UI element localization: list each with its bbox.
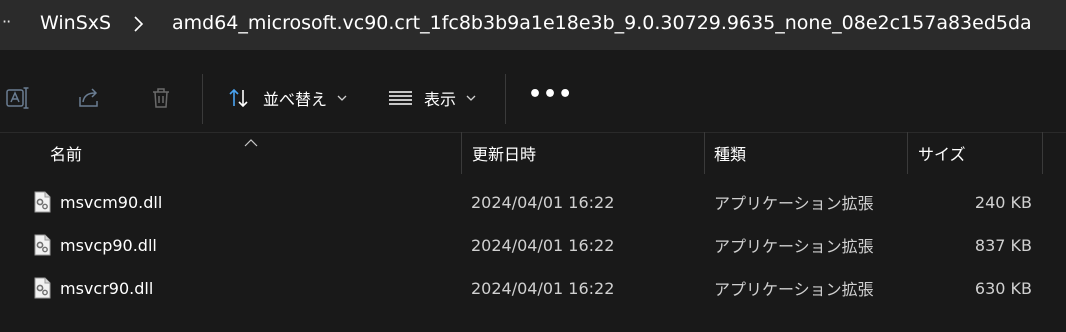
- breadcrumb-overflow-button[interactable]: ··: [2, 12, 11, 31]
- file-type: アプリケーション拡張: [714, 237, 874, 256]
- file-row[interactable]: msvcm90.dll 2024/04/01 16:22 アプリケーション拡張 …: [22, 182, 1052, 222]
- file-row[interactable]: msvcr90.dll 2024/04/01 16:22 アプリケーション拡張 …: [22, 268, 1052, 308]
- file-name: msvcr90.dll: [60, 278, 154, 298]
- share-icon[interactable]: [76, 85, 102, 111]
- dll-file-icon: [34, 277, 51, 299]
- dll-file-icon: [34, 191, 51, 213]
- file-size: 630 KB: [974, 278, 1032, 298]
- file-type: アプリケーション拡張: [714, 280, 874, 299]
- file-row[interactable]: msvcp90.dll 2024/04/01 16:22 アプリケーション拡張 …: [22, 225, 1052, 265]
- file-date: 2024/04/01 16:22: [471, 278, 615, 298]
- view-label: 表示: [424, 90, 457, 109]
- file-type: アプリケーション拡張: [714, 194, 874, 213]
- column-header: 名前 更新日時 種類 サイズ: [0, 132, 1066, 174]
- file-size: 240 KB: [974, 192, 1032, 212]
- column-divider[interactable]: [907, 132, 908, 174]
- chevron-right-icon[interactable]: [130, 14, 146, 34]
- column-size[interactable]: サイズ: [918, 132, 966, 174]
- rename-icon[interactable]: [5, 85, 31, 111]
- file-date: 2024/04/01 16:22: [471, 192, 615, 212]
- chevron-down-icon: [466, 93, 476, 103]
- delete-icon[interactable]: [148, 85, 174, 111]
- sort-label: 並べ替え: [263, 90, 328, 109]
- file-name: msvcp90.dll: [60, 235, 157, 255]
- file-size: 837 KB: [974, 235, 1032, 255]
- file-name: msvcm90.dll: [60, 192, 163, 212]
- toolbar-divider: [505, 74, 506, 124]
- address-bar[interactable]: ·· WinSxS amd64_microsoft.vc90.crt_1fc8b…: [0, 0, 1066, 51]
- column-type[interactable]: 種類: [714, 132, 746, 174]
- column-name[interactable]: 名前: [50, 132, 82, 174]
- breadcrumb-item-current-folder[interactable]: amd64_microsoft.vc90.crt_1fc8b3b9a1e18e3…: [172, 12, 1032, 34]
- view-button[interactable]: 表示: [388, 84, 476, 112]
- more-options-button[interactable]: •••: [528, 82, 573, 107]
- chevron-down-icon: [337, 93, 347, 103]
- command-bar: 並べ替え 表示 •••: [0, 50, 1066, 133]
- sort-button[interactable]: 並べ替え: [227, 84, 347, 112]
- column-divider[interactable]: [704, 132, 705, 174]
- column-divider[interactable]: [1042, 132, 1043, 174]
- column-date-modified[interactable]: 更新日時: [472, 132, 536, 174]
- sort-icon: [227, 86, 251, 110]
- file-date: 2024/04/01 16:22: [471, 235, 615, 255]
- toolbar-divider: [202, 74, 203, 124]
- column-divider[interactable]: [461, 132, 462, 174]
- dll-file-icon: [34, 234, 51, 256]
- breadcrumb-item-winsxs[interactable]: WinSxS: [40, 12, 111, 34]
- view-list-icon: [388, 86, 412, 110]
- sort-ascending-icon: [244, 132, 258, 147]
